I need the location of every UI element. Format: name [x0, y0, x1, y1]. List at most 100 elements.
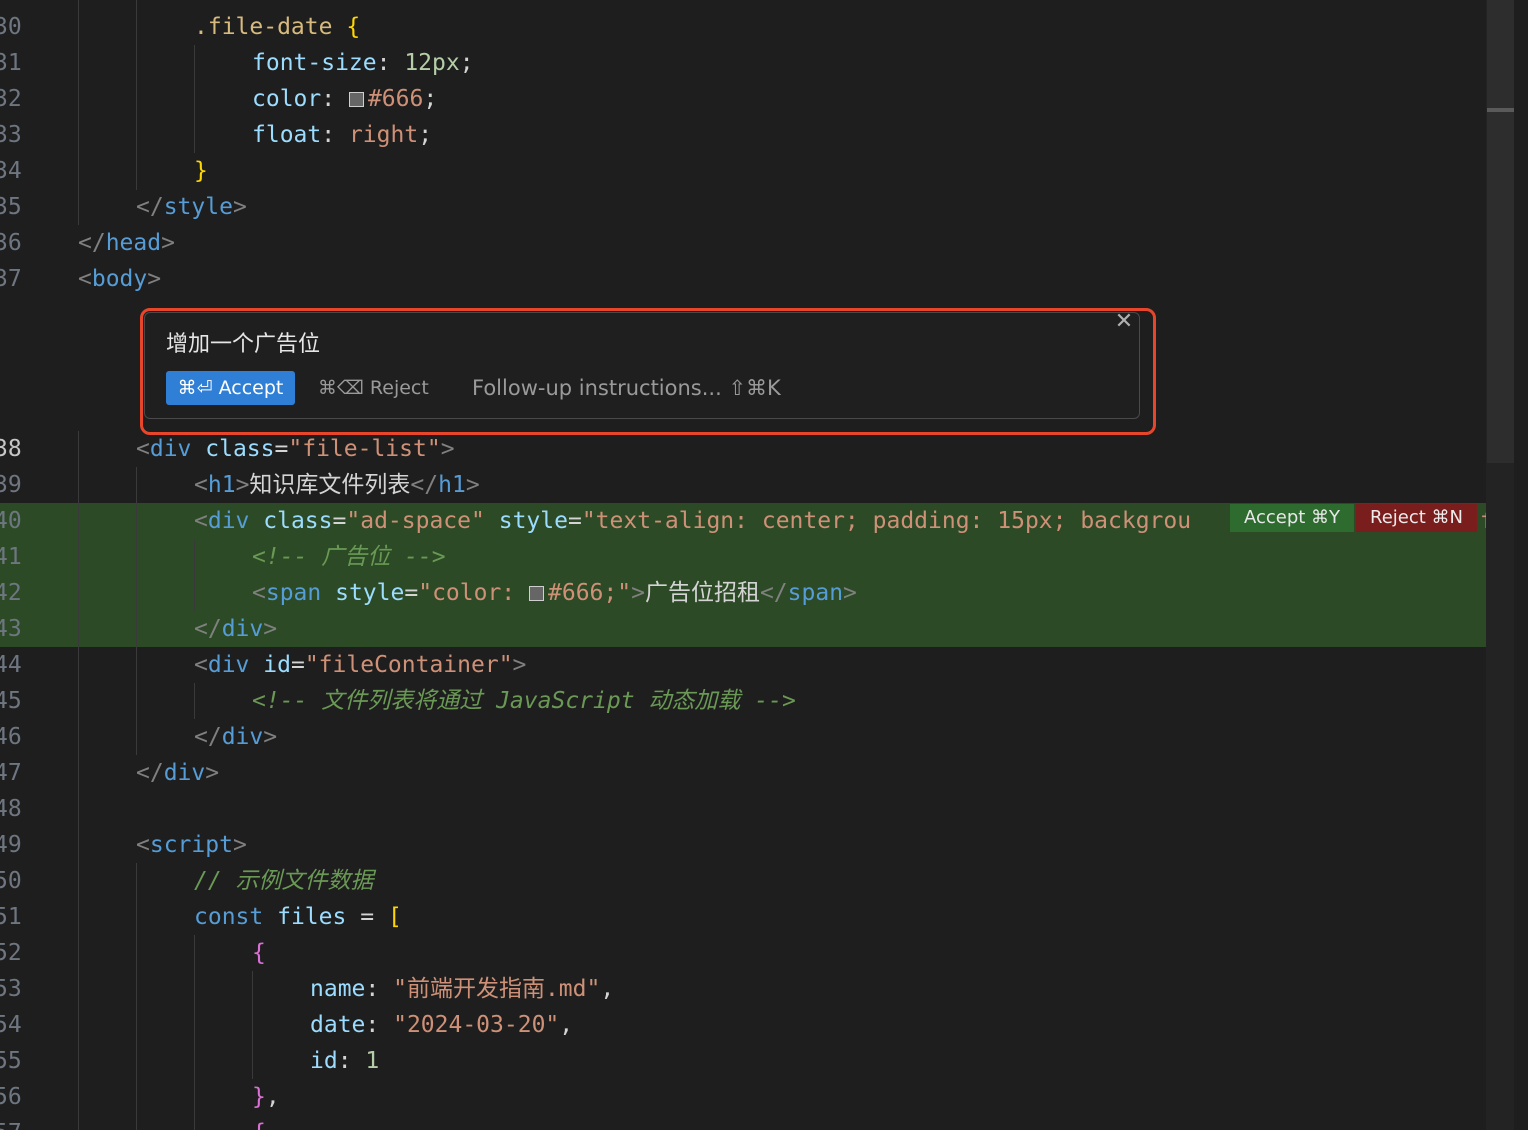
code-text: </div>	[194, 616, 278, 642]
code-text: const files = [	[194, 904, 402, 930]
code-line[interactable]: 41 <!-- 广告位 -->	[0, 539, 1486, 575]
code-text: // 示例文件数据	[194, 868, 374, 894]
code-line[interactable]: 30 .file-date {	[0, 9, 1486, 45]
code-text: <span style="color: #666;">广告位招租</span>	[252, 580, 857, 606]
code-line[interactable]: 52 {	[0, 935, 1486, 971]
line-number: 51	[0, 904, 22, 930]
line-number: 39	[0, 472, 22, 498]
line-number: 32	[0, 86, 22, 112]
code-text: <div class="ad-space" style="text-align:…	[194, 508, 1192, 534]
code-text: },	[252, 1084, 280, 1110]
code-line[interactable]: 53 name: "前端开发指南.md",	[0, 971, 1486, 1007]
code-text: id: 1	[310, 1048, 380, 1074]
line-number: 55	[0, 1048, 22, 1074]
code-line[interactable]: 47 </div>	[0, 755, 1486, 791]
reject-button[interactable]: ⌘⌫ Reject	[318, 371, 429, 405]
code-text: <body>	[78, 266, 162, 292]
code-line[interactable]: 51 const files = [	[0, 899, 1486, 935]
indent-guide	[194, 935, 195, 1130]
scrollbar-cursor-marker	[1487, 108, 1514, 112]
code-text: {	[252, 940, 266, 966]
code-line[interactable]: 57 {	[0, 1115, 1486, 1130]
line-number: 57	[0, 1115, 34, 1130]
line-number: 34	[0, 158, 22, 184]
code-text: <!-- 文件列表将通过 JavaScript 动态加载 -->	[252, 688, 796, 714]
code-text: {	[252, 1115, 266, 1130]
code-line[interactable]: 37 <body>	[0, 261, 1486, 297]
code-line[interactable]: 38 <div class="file-list">	[0, 431, 1486, 467]
code-editor[interactable]: 30 .file-date { 31 font-size: 12px; 32 color:…	[0, 0, 1486, 1130]
code-line[interactable]: 31 font-size: 12px;	[0, 45, 1486, 81]
code-text: <div class="file-list">	[136, 436, 455, 462]
follow-up-input[interactable]: Follow-up instructions... ⇧⌘K	[472, 371, 781, 405]
code-text: <script>	[136, 832, 247, 858]
code-line[interactable]: 46 </div>	[0, 719, 1486, 755]
line-number: 38	[0, 436, 22, 462]
scrollbar-thumb[interactable]	[1487, 0, 1514, 463]
prompt-text: 增加一个广告位	[166, 332, 321, 357]
code-text: </div>	[194, 724, 278, 750]
indent-guide	[194, 683, 195, 719]
line-number: 52	[0, 940, 22, 966]
code-line[interactable]: 39 <h1>知识库文件列表</h1>	[0, 467, 1486, 503]
code-text: </style>	[136, 194, 247, 220]
line-number: 37	[0, 266, 22, 292]
line-number: 53	[0, 976, 22, 1002]
code-text: .file-date {	[194, 14, 361, 40]
code-line[interactable]: 42 <span style="color: #666;">广告位招租</span…	[0, 575, 1486, 611]
code-line[interactable]: 32 color: #666;	[0, 81, 1486, 117]
code-text: <div id="fileContainer">	[194, 652, 527, 678]
code-text: <!-- 广告位 -->	[252, 544, 446, 570]
line-number: 31	[0, 50, 22, 76]
line-number: 50	[0, 868, 22, 894]
editor-right-edge	[1514, 0, 1528, 1130]
indent-guide	[194, 539, 195, 611]
code-line[interactable]: 49 <script>	[0, 827, 1486, 863]
inline-accept-button[interactable]: Accept ⌘Y	[1230, 504, 1354, 532]
code-text: date: "2024-03-20",	[310, 1012, 574, 1038]
line-number: 41	[0, 544, 22, 570]
code-line[interactable]: 55 id: 1	[0, 1043, 1486, 1079]
code-text: }	[194, 158, 208, 184]
code-text: font-size: 12px;	[252, 50, 474, 76]
code-line[interactable]: 33 float: right;	[0, 117, 1486, 153]
code-line[interactable]: 43 </div>	[0, 611, 1486, 647]
code-line[interactable]: 54 date: "2024-03-20",	[0, 1007, 1486, 1043]
line-number: 49	[0, 832, 22, 858]
code-text: </div>	[136, 760, 220, 786]
code-line[interactable]: 45 <!-- 文件列表将通过 JavaScript 动态加载 -->	[0, 683, 1486, 719]
code-line[interactable]: 50 // 示例文件数据	[0, 863, 1486, 899]
code-line[interactable]: 56},	[0, 1079, 1486, 1115]
accept-button[interactable]: ⌘⏎ Accept	[166, 371, 295, 405]
indent-guide	[136, 0, 137, 190]
line-number: 56	[0, 1084, 22, 1110]
close-icon[interactable]: ✕	[1113, 311, 1135, 333]
line-number: 48	[0, 796, 22, 822]
line-number: 43	[0, 616, 22, 642]
indent-guide	[136, 863, 137, 1130]
code-text: float: right;	[252, 122, 433, 148]
line-number: 36	[0, 230, 22, 256]
code-text: <h1>知识库文件列表</h1>	[194, 472, 480, 498]
line-number: 54	[0, 1012, 22, 1038]
code-line[interactable]: 48	[0, 791, 1486, 827]
line-number: 44	[0, 652, 22, 678]
indent-guide	[194, 45, 195, 153]
line-number: 33	[0, 122, 22, 148]
line-number: 40	[0, 508, 22, 534]
line-number: 45	[0, 688, 22, 714]
inline-reject-button[interactable]: Reject ⌘N	[1356, 504, 1477, 532]
indent-guide	[78, 431, 79, 1130]
code-text: </head>	[78, 230, 175, 256]
code-text: name: "前端开发指南.md",	[310, 976, 615, 1002]
indent-guide	[136, 467, 137, 755]
code-line[interactable]: 35 </style>	[0, 189, 1486, 225]
code-line[interactable]: 36 </head>	[0, 225, 1486, 261]
code-text: color: #666;	[252, 86, 438, 112]
line-number: 42	[0, 580, 22, 606]
line-number: 46	[0, 724, 22, 750]
code-line[interactable]: 34}	[0, 153, 1486, 189]
indent-guide	[252, 971, 253, 1079]
code-line[interactable]: 44 <div id="fileContainer">	[0, 647, 1486, 683]
line-number: 30	[0, 14, 22, 40]
